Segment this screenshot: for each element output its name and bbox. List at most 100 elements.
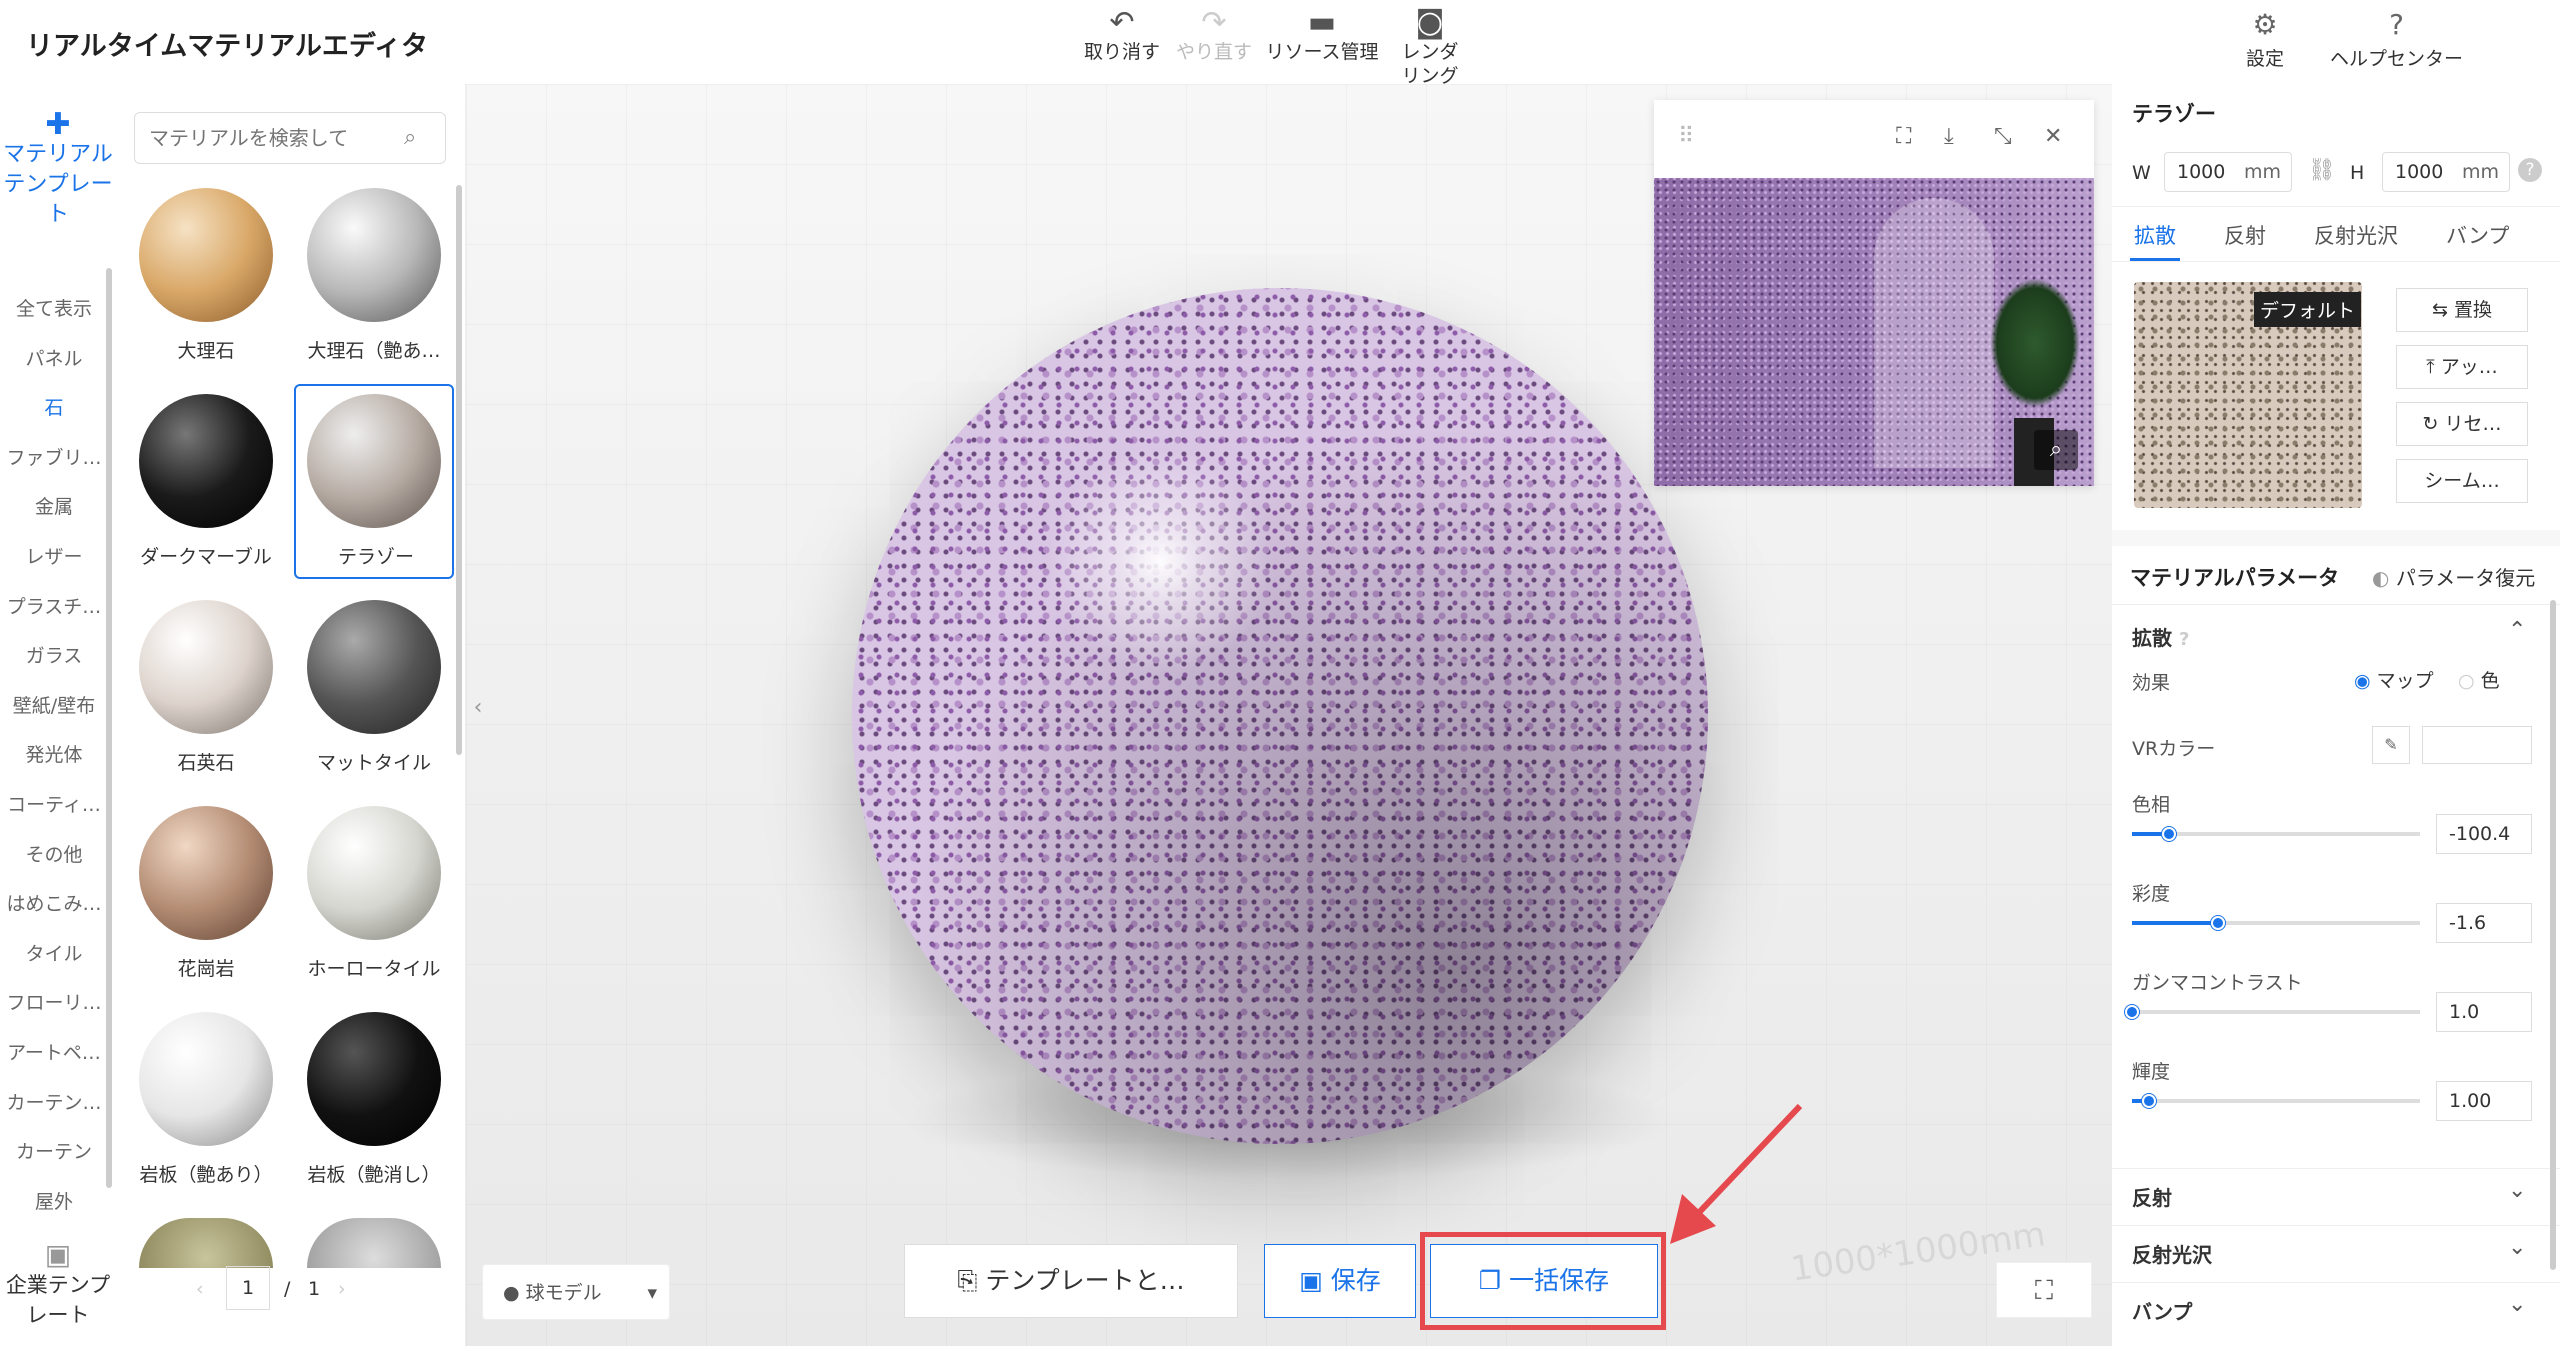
material-thumb-0[interactable]: 大理石 — [126, 188, 286, 363]
slider-value-0[interactable]: -100.4 — [2436, 814, 2532, 854]
height-field[interactable]: 1000 mm — [2382, 152, 2510, 192]
model-select[interactable]: ● 球モデル ▾ — [482, 1264, 670, 1320]
category-8[interactable]: 壁紙/壁布 — [0, 681, 108, 731]
shrink-icon[interactable]: ⤡ — [1994, 124, 2012, 149]
material-ball — [307, 600, 441, 734]
material-thumb-4[interactable]: 石英石 — [126, 600, 286, 775]
close-icon[interactable]: ✕ — [2044, 124, 2062, 149]
material-sphere[interactable] — [852, 288, 1708, 1144]
material-thumb-8[interactable]: 岩板（艶あり） — [126, 1012, 286, 1187]
category-14[interactable]: フローリ… — [0, 978, 108, 1028]
diffuse-section[interactable]: 拡散 ? — [2132, 622, 2189, 651]
chevron-down-icon[interactable]: ⌄ — [2508, 1292, 2526, 1317]
tab-bump[interactable]: バンプ — [2446, 220, 2509, 250]
category-13[interactable]: タイル — [0, 929, 108, 979]
category-4[interactable]: 金属 — [0, 482, 108, 532]
default-badge: デフォルト — [2254, 292, 2362, 327]
category-18[interactable]: 屋外 — [0, 1177, 108, 1227]
slider-value-2[interactable]: 1.0 — [2436, 992, 2532, 1032]
material-thumb-9[interactable]: 岩板（艶消し） — [294, 1012, 454, 1187]
slider-track-2[interactable] — [2125, 1005, 2420, 1019]
redo-button[interactable]: ↷ やり直す — [1164, 6, 1264, 64]
undo-button[interactable]: ↶ 取り消す — [1072, 6, 1172, 64]
w-label: W — [2132, 162, 2151, 184]
color-swatch[interactable] — [2422, 726, 2532, 764]
resource-button[interactable]: ▬ リソース管理 — [1262, 6, 1382, 64]
category-17[interactable]: カーテン — [0, 1127, 108, 1177]
category-9[interactable]: 発光体 — [0, 730, 108, 780]
slider-value-1[interactable]: -1.6 — [2436, 903, 2532, 943]
slider-value-3[interactable]: 1.00 — [2436, 1081, 2532, 1121]
chevron-down-icon[interactable]: ⌄ — [2508, 1235, 2526, 1260]
capture-icon[interactable]: ⛶ — [1896, 124, 1911, 149]
enterprise-template-tab[interactable]: ▣ 企業テンプ レート — [0, 1240, 116, 1330]
map-radio[interactable]: ◉ マップ — [2354, 666, 2434, 693]
slider-track-3[interactable] — [2132, 1094, 2420, 1108]
restore-button[interactable]: ◐ パラメータ復元 — [2372, 562, 2535, 591]
category-1[interactable]: パネル — [0, 334, 108, 384]
slider-label-3: 輝度 — [2132, 1061, 2171, 1083]
section-0[interactable]: 反射 — [2132, 1182, 2172, 1211]
tab-reflect[interactable]: 反射 — [2224, 220, 2266, 250]
save-button[interactable]: ▣ 保存 — [1264, 1244, 1416, 1318]
seamless-button[interactable]: シーム… — [2396, 459, 2528, 503]
download-icon[interactable]: ⤓ — [1944, 124, 1954, 149]
tab-diffuse[interactable]: 拡散 — [2134, 220, 2176, 250]
help-button[interactable]: ? ヘルプセンター — [2330, 6, 2463, 71]
category-12[interactable]: はめこみ… — [0, 879, 108, 929]
settings-button[interactable]: ⚙ 設定 — [2246, 6, 2284, 71]
material-thumb-5[interactable]: マットタイル — [294, 600, 454, 775]
reset-button[interactable]: ↻ リセ… — [2396, 402, 2528, 446]
caret-down-icon: ▾ — [647, 1282, 657, 1304]
material-name: テラゾー — [2132, 102, 2216, 126]
template-button[interactable]: ⎘ テンプレートと… — [904, 1244, 1238, 1318]
slider-track-1[interactable] — [2132, 916, 2420, 930]
material-thumb-6[interactable]: 花崗岩 — [126, 806, 286, 981]
zoom-icon[interactable]: ⌕ — [2034, 430, 2078, 470]
drag-handle-icon[interactable]: ⠿ — [1678, 124, 1694, 149]
category-0[interactable]: 全て表示 — [0, 284, 108, 334]
category-10[interactable]: コーティ… — [0, 780, 108, 830]
category-5[interactable]: レザー — [0, 532, 108, 582]
help-icon[interactable]: ? — [2518, 158, 2542, 182]
link-icon[interactable]: ⛓ — [2308, 158, 2336, 183]
slider-track-0[interactable] — [2132, 827, 2420, 841]
material-thumb-1[interactable]: 大理石（艶あ… — [294, 188, 454, 363]
category-7[interactable]: ガラス — [0, 631, 108, 681]
width-field[interactable]: 1000 mm — [2164, 152, 2292, 192]
nav-scrollbar[interactable] — [106, 268, 112, 1188]
slider-knob[interactable] — [2125, 1005, 2139, 1019]
chevron-down-icon[interactable]: ⌄ — [2508, 1178, 2526, 1203]
upload-button[interactable]: ⤒ アッ… — [2396, 345, 2528, 389]
chevron-up-icon[interactable]: ⌃ — [2508, 618, 2526, 643]
page-total: 1 — [308, 1278, 321, 1300]
replace-button[interactable]: ⇆ 置換 — [2396, 288, 2528, 332]
section-2[interactable]: バンプ — [2132, 1296, 2192, 1325]
prev-page-icon[interactable]: ‹ — [196, 1278, 204, 1300]
category-2[interactable]: 石 — [0, 383, 108, 433]
library-scrollbar[interactable] — [456, 185, 462, 755]
page-input[interactable]: 1 — [226, 1266, 270, 1310]
search-input[interactable] — [134, 112, 446, 164]
next-page-icon[interactable]: › — [338, 1278, 346, 1300]
params-title: マテリアルパラメータ — [2130, 566, 2340, 590]
material-thumb-3[interactable]: テラゾー — [294, 384, 454, 579]
fullscreen-icon[interactable]: ⛶ — [1996, 1262, 2092, 1318]
material-thumb-7[interactable]: ホーロータイル — [294, 806, 454, 981]
render-button[interactable]: ◙ レンダ リング — [1380, 6, 1480, 88]
material-template-tab[interactable]: ✚ マテリアル テンプレー ト — [0, 110, 116, 230]
category-16[interactable]: カーテン… — [0, 1078, 108, 1128]
category-11[interactable]: その他 — [0, 830, 108, 880]
tab-gloss[interactable]: 反射光沢 — [2314, 220, 2398, 250]
category-6[interactable]: プラスチ… — [0, 582, 108, 632]
material-thumb-2[interactable]: ダークマーブル — [126, 394, 286, 569]
category-15[interactable]: アートペ… — [0, 1028, 108, 1078]
category-3[interactable]: ファブリ… — [0, 433, 108, 483]
section-1[interactable]: 反射光沢 — [2132, 1239, 2212, 1268]
collapse-left-icon[interactable]: ‹ — [466, 676, 490, 740]
params-scrollbar[interactable] — [2550, 600, 2556, 1270]
undo-icon: ↶ — [1109, 5, 1135, 40]
search-icon[interactable]: ⌕ — [404, 125, 416, 150]
eyedropper-icon[interactable]: ✎ — [2372, 726, 2410, 764]
color-radio[interactable]: ○ 色 — [2458, 666, 2500, 693]
